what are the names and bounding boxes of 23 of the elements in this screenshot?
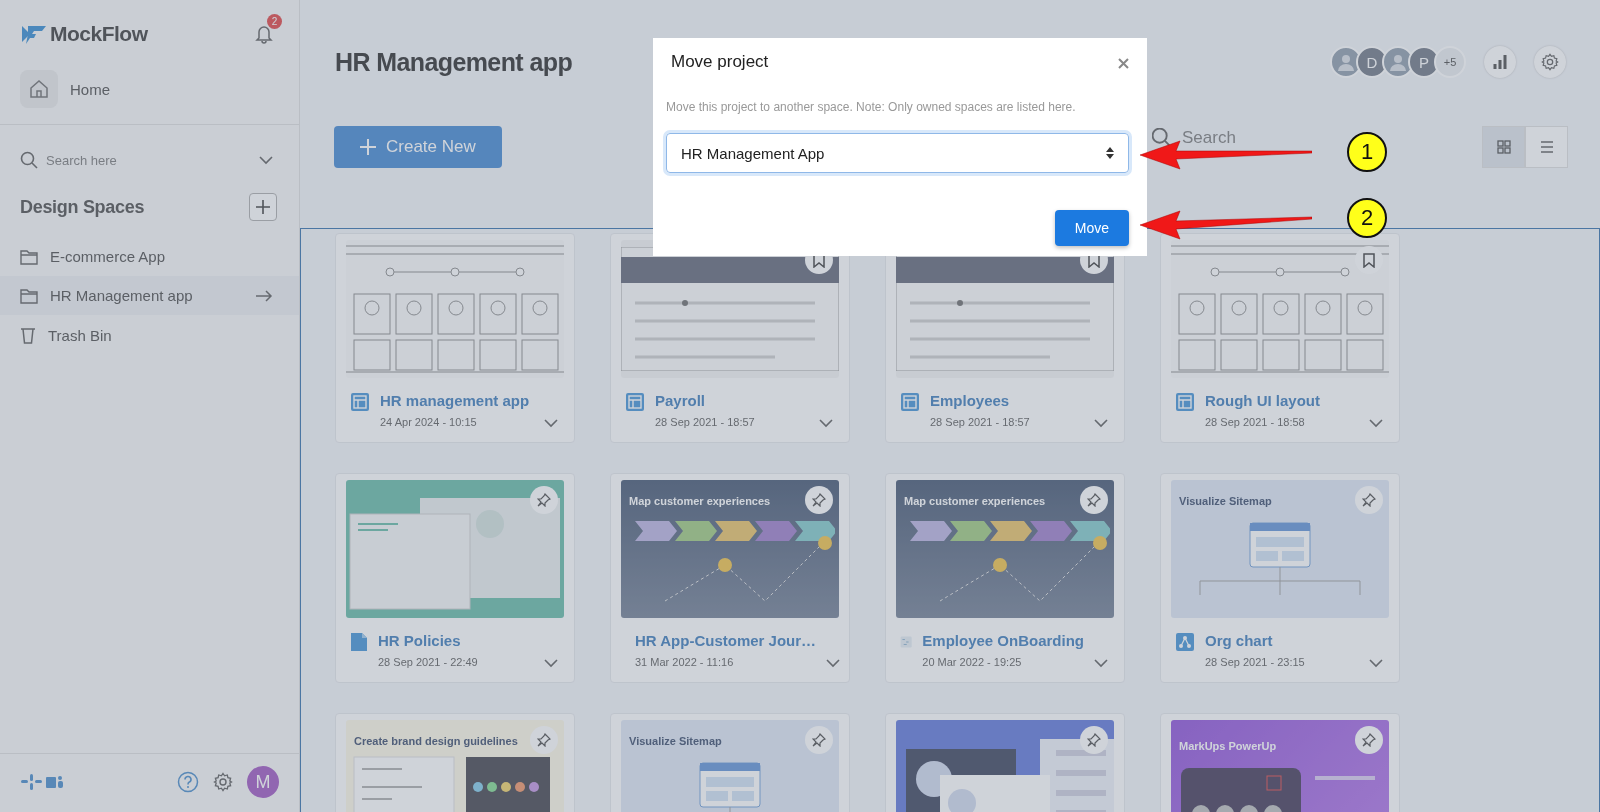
space-name: HR Management app bbox=[50, 287, 194, 304]
project-date: 24 Apr 2024 - 10:15 bbox=[380, 416, 478, 428]
logo-text: MockFlow bbox=[50, 22, 148, 46]
project-date: 31 Mar 2022 - 11:16 bbox=[635, 656, 735, 668]
thumbnail-heading: Map customer experiences bbox=[629, 495, 771, 507]
page-title: HR Management app bbox=[335, 47, 573, 77]
thumbnail-heading: Create brand design guidelines bbox=[354, 735, 518, 747]
section-title: Design Spaces bbox=[20, 196, 145, 218]
project-date: 28 Sep 2021 - 18:57 bbox=[655, 416, 756, 428]
thumbnail-heading: Map customer experiences bbox=[904, 495, 1046, 507]
notification-count: 2 bbox=[267, 14, 282, 29]
project-date: 28 Sep 2021 - 22:49 bbox=[378, 656, 479, 668]
space-name: E-commerce App bbox=[50, 248, 167, 265]
space-name: Trash Bin bbox=[48, 326, 113, 344]
project-date: 28 Sep 2021 - 18:58 bbox=[1205, 416, 1306, 428]
project-date: 20 Mar 2022 - 19:25 bbox=[922, 656, 1023, 668]
dialog-note: Move this project to another space. Note: Only owned spaces are listed here. bbox=[666, 100, 1077, 114]
project-date: 28 Sep 2021 - 18:57 bbox=[930, 416, 1031, 428]
project-date: 28 Sep 2021 - 23:15 bbox=[1205, 656, 1306, 668]
thumbnail-heading: Visualize Sitemap bbox=[629, 735, 722, 747]
dialog-title: Move project bbox=[671, 52, 769, 72]
thumbnail-heading: MarkUps PowerUp bbox=[1179, 740, 1277, 752]
thumbnail-heading: Visualize Sitemap bbox=[1179, 495, 1272, 507]
